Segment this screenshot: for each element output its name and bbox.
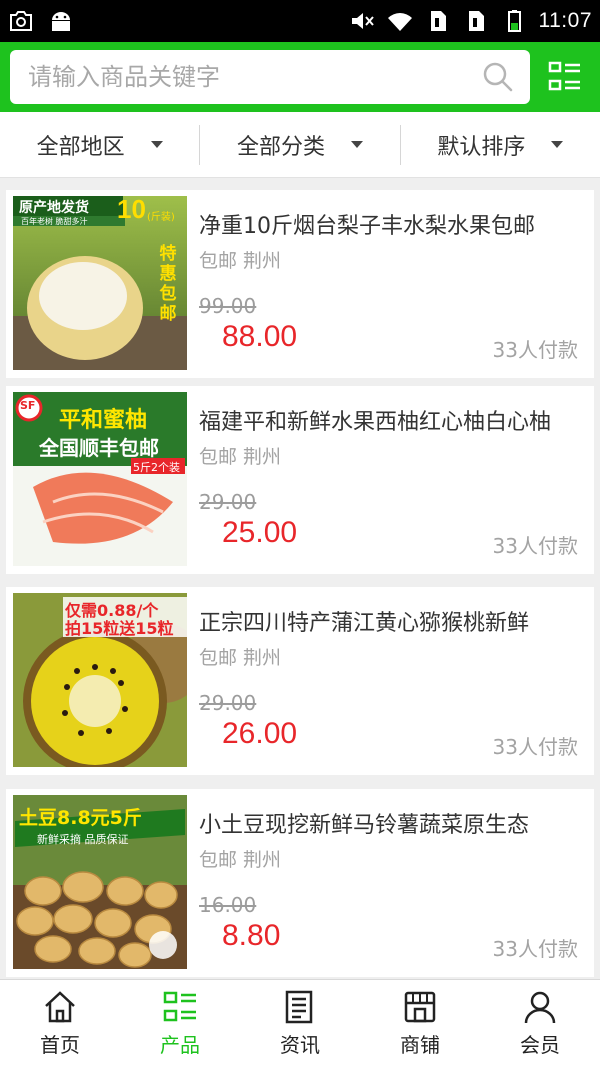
news-icon — [285, 990, 313, 1024]
image-tag: 原产地发货 — [19, 200, 89, 216]
status-bar: 11:07 — [0, 0, 600, 42]
category-list-icon — [548, 61, 580, 91]
home-icon — [45, 991, 75, 1023]
android-icon — [52, 12, 70, 31]
original-price: 16.00 — [199, 893, 257, 917]
image-tag: 平和蜜柚 — [59, 408, 148, 433]
nav-news[interactable]: 资讯 — [240, 980, 360, 1067]
nav-label: 产品 — [160, 1033, 200, 1057]
product-meta: 包邮 荆州 — [199, 849, 282, 871]
product-meta: 包邮 荆州 — [199, 250, 282, 272]
sale-price: 25.00 — [222, 516, 298, 549]
bottom-nav: 首页 产品 资讯 商铺 会员 — [0, 979, 600, 1067]
image-badge: 5斤2个装 — [133, 461, 180, 474]
product-image-kiwi[interactable]: 仅需0.88/个 拍15粒送15粒 — [13, 593, 187, 767]
filter-label: 全部分类 — [236, 134, 325, 160]
mute-icon — [351, 13, 374, 29]
product-image-pear[interactable]: 原产地发货 百年老树 脆甜多汁 10 (斤装) 特惠包邮 — [13, 196, 187, 370]
original-price: 99.00 — [199, 294, 257, 318]
sim1-icon — [430, 11, 446, 31]
user-icon — [524, 991, 556, 1024]
product-card[interactable]: 土豆8.8元5斤 新鲜采摘 品质保证 小土豆现挖新鲜马铃薯蔬菜原生态 包邮 荆州… — [6, 789, 594, 977]
app-header — [0, 42, 600, 112]
nav-label: 资讯 — [280, 1033, 320, 1057]
sold-count: 33人付款 — [492, 735, 578, 759]
product-meta: 包邮 荆州 — [199, 446, 282, 468]
nav-member[interactable]: 会员 — [480, 980, 600, 1067]
image-subtag: 新鲜采摘 品质保证 — [37, 833, 129, 846]
product-title[interactable]: 正宗四川特产蒲江黄心猕猴桃新鲜 — [199, 605, 577, 637]
image-promo: 特惠包邮 — [159, 244, 177, 324]
product-title[interactable]: 净重10斤烟台梨子丰水梨水果包邮 — [199, 208, 577, 240]
sold-count: 33人付款 — [492, 338, 578, 362]
sale-price: 26.00 — [222, 717, 298, 750]
product-card[interactable]: 仅需0.88/个 拍15粒送15粒 正宗四川特产蒲江黄心猕猴桃新鲜 包邮 荆州 … — [6, 587, 594, 775]
filter-label: 默认排序 — [437, 134, 526, 160]
nav-label: 商铺 — [400, 1033, 440, 1057]
image-tag: 土豆8.8元5斤 — [19, 807, 142, 829]
image-subtag: 全国顺丰包邮 — [39, 436, 159, 460]
original-price: 29.00 — [199, 691, 257, 715]
image-subtag: 百年老树 脆甜多汁 — [21, 217, 88, 226]
search-icon[interactable] — [482, 61, 514, 93]
product-image-potato[interactable]: 土豆8.8元5斤 新鲜采摘 品质保证 — [13, 795, 187, 969]
screenshot-icon — [10, 11, 32, 31]
product-card[interactable]: 原产地发货 百年老树 脆甜多汁 10 (斤装) 特惠包邮 净重10斤烟台梨子丰水… — [6, 190, 594, 378]
caret-down-icon — [351, 141, 363, 148]
filter-category[interactable]: 全部分类 — [199, 124, 399, 165]
clock: 11:07 — [538, 9, 592, 32]
image-amount: 10 — [117, 196, 146, 224]
nav-shops[interactable]: 商铺 — [360, 980, 480, 1067]
original-price: 29.00 — [199, 490, 257, 514]
nav-products[interactable]: 产品 — [120, 980, 240, 1067]
image-unit: (斤装) — [147, 212, 175, 223]
filter-region[interactable]: 全部地区 — [0, 125, 199, 165]
search-input[interactable] — [28, 63, 482, 91]
product-meta: 包邮 荆州 — [199, 647, 282, 669]
product-card[interactable]: SF 平和蜜柚 全国顺丰包邮 5斤2个装 福建平和新鲜水果西柚红心柚白心柚 包邮… — [6, 386, 594, 574]
nav-home[interactable]: 首页 — [0, 980, 120, 1067]
sim2-icon — [468, 11, 484, 31]
search-box[interactable] — [10, 50, 530, 104]
sale-price: 8.80 — [222, 919, 281, 952]
category-menu-button[interactable] — [540, 50, 590, 104]
product-image-pomelo[interactable]: SF 平和蜜柚 全国顺丰包邮 5斤2个装 — [13, 392, 187, 566]
filter-bar: 全部地区 全部分类 默认排序 — [0, 112, 600, 178]
caret-down-icon — [150, 141, 163, 148]
filter-sort[interactable]: 默认排序 — [399, 124, 600, 165]
product-title[interactable]: 小土豆现挖新鲜马铃薯蔬菜原生态 — [199, 807, 577, 839]
image-subtag: 拍15粒送15粒 — [65, 619, 174, 638]
shop-icon — [404, 991, 436, 1023]
sale-price: 88.00 — [222, 320, 298, 353]
sf-logo: SF — [20, 399, 36, 412]
nav-label: 会员 — [520, 1033, 560, 1057]
filter-label: 全部地区 — [36, 134, 125, 160]
product-list-icon — [163, 991, 196, 1022]
sold-count: 33人付款 — [492, 937, 578, 961]
nav-label: 首页 — [40, 1033, 80, 1057]
battery-icon — [507, 10, 521, 32]
wifi-icon — [387, 13, 412, 32]
caret-down-icon — [551, 141, 564, 148]
sold-count: 33人付款 — [492, 534, 578, 558]
product-title[interactable]: 福建平和新鲜水果西柚红心柚白心柚 — [199, 404, 577, 436]
